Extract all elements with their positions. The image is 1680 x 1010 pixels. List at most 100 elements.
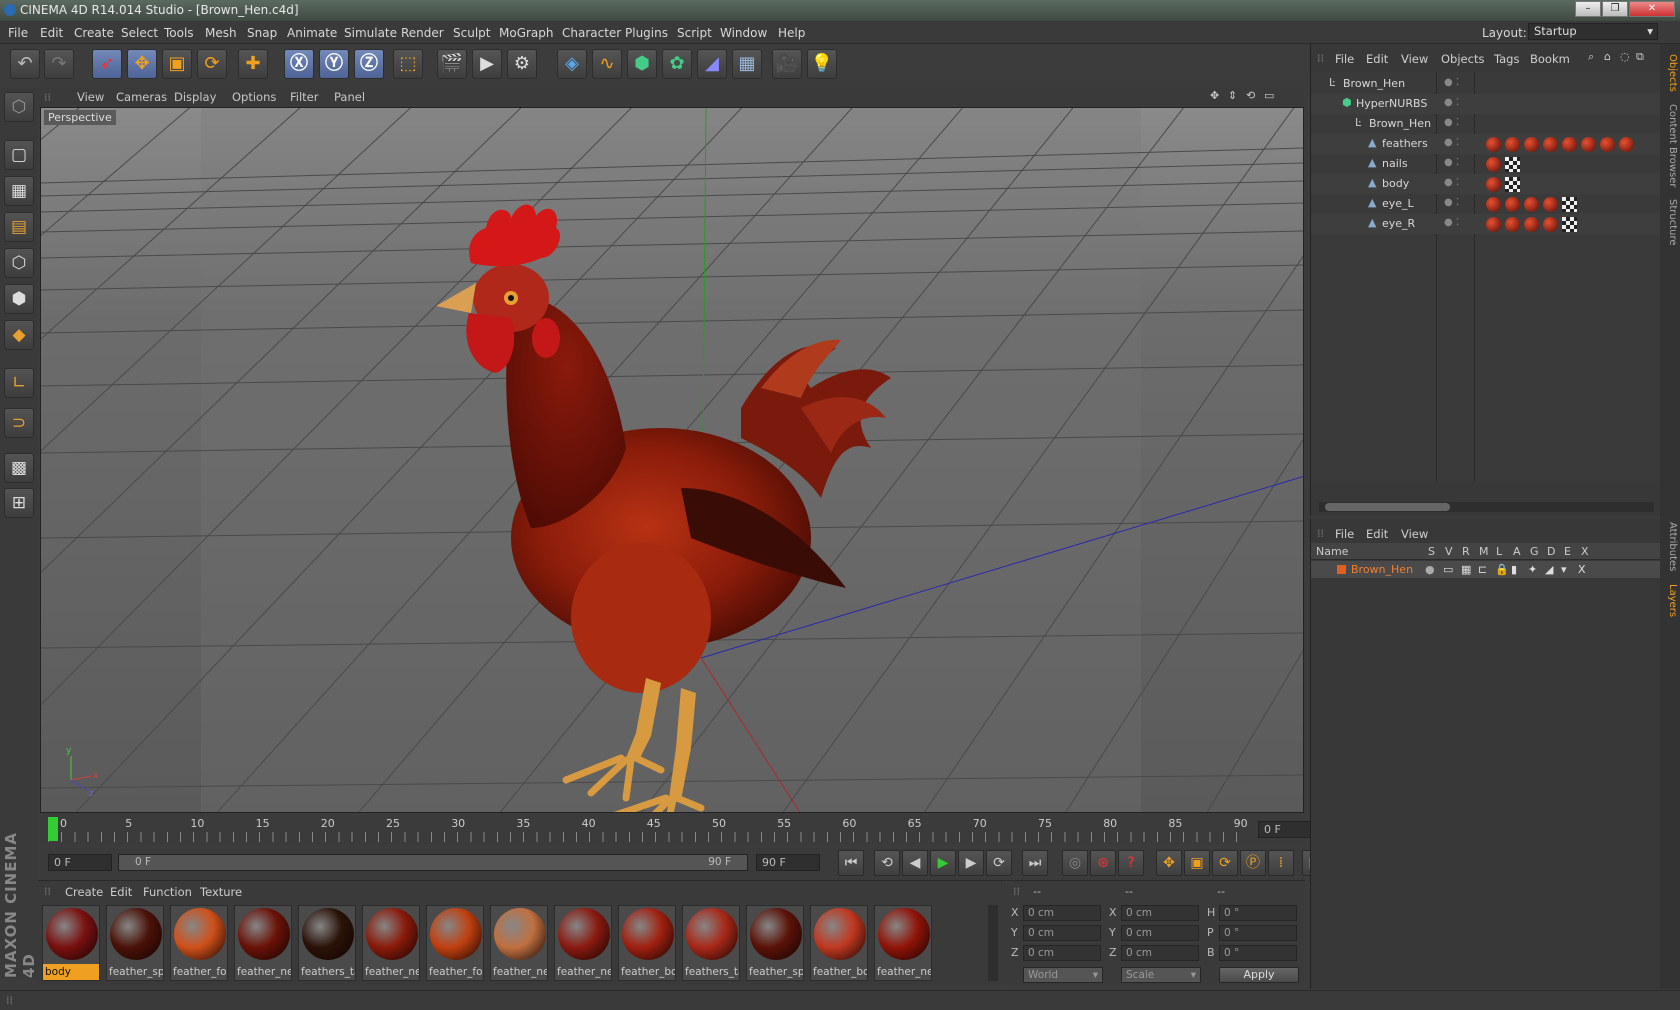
viewport-zoom-icon[interactable]: ⇕: [1228, 89, 1237, 102]
render-view-icon[interactable]: 🎬: [437, 49, 467, 79]
material-swatch[interactable]: feather_bo: [618, 905, 676, 981]
spline-icon[interactable]: ∿: [592, 49, 622, 79]
key-pla-icon[interactable]: ⁞: [1268, 850, 1294, 876]
menu-edit[interactable]: Edit: [40, 26, 63, 40]
material-tag-icon[interactable]: [1486, 197, 1501, 212]
viewport-menu-options[interactable]: Options: [232, 90, 276, 104]
menu-mograph[interactable]: MoGraph: [499, 26, 554, 40]
material-tag-icon[interactable]: [1505, 177, 1520, 192]
material-tag-icon[interactable]: [1562, 137, 1577, 152]
pos-x-field[interactable]: 0 cm: [1023, 905, 1101, 921]
pos-y-field[interactable]: 0 cm: [1023, 925, 1101, 941]
rot-p-field[interactable]: 0 °: [1219, 925, 1297, 941]
menu-plugins[interactable]: Plugins: [625, 26, 668, 40]
key-parameter-icon[interactable]: Ⓟ: [1240, 850, 1266, 876]
keyframe-selection-icon[interactable]: ?: [1118, 850, 1144, 876]
material-tag-icon[interactable]: [1619, 137, 1634, 152]
auto-key-icon[interactable]: ⊛: [1090, 850, 1116, 876]
viewport-move-icon[interactable]: ✥: [1210, 89, 1219, 102]
expressions-icon[interactable]: ▾: [1561, 563, 1567, 576]
layer-column-header[interactable]: S: [1428, 545, 1435, 558]
material-tag-icon[interactable]: [1486, 157, 1501, 172]
undo-icon[interactable]: ↶: [10, 49, 40, 79]
render-icon[interactable]: ▦: [1461, 563, 1471, 576]
visibility-dots[interactable]: ● ⁚: [1444, 197, 1459, 208]
coord-mode-select[interactable]: World ▾: [1023, 967, 1103, 983]
snap-settings-icon[interactable]: ⊞: [4, 488, 34, 518]
points-mode-icon[interactable]: ⬡: [4, 248, 34, 278]
material-tag-icon[interactable]: [1486, 177, 1501, 192]
material-tag-icon[interactable]: [1543, 197, 1558, 212]
previous-frame-icon[interactable]: ◀: [902, 850, 928, 876]
layer-menu-edit[interactable]: Edit: [1366, 527, 1388, 541]
size-mode-select[interactable]: Scale ▾: [1121, 967, 1201, 983]
rot-h-field[interactable]: 0 °: [1219, 905, 1297, 921]
material-tag-icon[interactable]: [1581, 137, 1596, 152]
key-position-icon[interactable]: ✥: [1156, 850, 1182, 876]
visibility-dots[interactable]: ● ⁚: [1444, 77, 1459, 88]
menu-render[interactable]: Render: [401, 26, 444, 40]
key-rotation-icon[interactable]: ⟳: [1212, 850, 1238, 876]
material-swatch[interactable]: feather_bo: [810, 905, 868, 981]
array-icon[interactable]: ✿: [662, 49, 692, 79]
object-row[interactable]: Ŀ Brown_Hen ● ⁚: [1311, 114, 1661, 134]
object-name[interactable]: body: [1382, 177, 1409, 190]
viewport-rotate-icon[interactable]: ⟲: [1246, 89, 1255, 102]
obj-menu-view[interactable]: View: [1401, 52, 1428, 66]
lock-icon[interactable]: 🔒: [1495, 563, 1509, 576]
new-window-icon[interactable]: ⧉: [1636, 50, 1644, 64]
pos-z-field[interactable]: 0 cm: [1023, 945, 1101, 961]
material-swatch[interactable]: feathers_ta: [682, 905, 740, 981]
object-name[interactable]: Brown_Hen: [1369, 117, 1431, 130]
layer-column-header[interactable]: A: [1513, 545, 1521, 558]
scroll-thumb[interactable]: [1325, 503, 1450, 511]
material-tag-icon[interactable]: [1486, 217, 1501, 232]
start-frame-field[interactable]: 0 F: [48, 854, 112, 871]
go-to-end-icon[interactable]: ⏭: [1022, 850, 1048, 876]
object-name[interactable]: feathers: [1382, 137, 1428, 150]
material-swatch[interactable]: feather_ne: [554, 905, 612, 981]
go-to-start-icon[interactable]: ⏮: [838, 850, 864, 876]
layer-column-header[interactable]: V: [1445, 545, 1453, 558]
material-menu-function[interactable]: Function: [143, 885, 192, 899]
solo-icon[interactable]: ●: [1425, 563, 1435, 576]
rotate-icon[interactable]: ⟳: [197, 49, 227, 79]
obj-menu-tags[interactable]: Tags: [1494, 52, 1519, 66]
tab-structure[interactable]: Structure: [1662, 199, 1678, 246]
material-swatch[interactable]: body: [42, 905, 100, 981]
material-swatch[interactable]: feather_ne: [362, 905, 420, 981]
obj-menu-objects[interactable]: Objects: [1441, 52, 1484, 66]
record-keys-icon[interactable]: ◎: [1062, 850, 1088, 876]
material-tag-icon[interactable]: [1505, 137, 1520, 152]
material-tag-icon[interactable]: [1505, 197, 1520, 212]
layer-column-header[interactable]: E: [1564, 545, 1571, 558]
viewport-maximize-icon[interactable]: ▭: [1264, 89, 1274, 102]
key-scale-icon[interactable]: ▣: [1184, 850, 1210, 876]
camera-icon[interactable]: 🎥: [772, 49, 802, 79]
render-settings-icon[interactable]: ⚙: [507, 49, 537, 79]
size-x-field[interactable]: 0 cm: [1121, 905, 1199, 921]
layer-menu-file[interactable]: File: [1335, 527, 1354, 541]
timeline-track[interactable]: [48, 832, 1248, 842]
material-tag-icon[interactable]: [1505, 217, 1520, 232]
material-tag-icon[interactable]: [1543, 217, 1558, 232]
material-tag-icon[interactable]: [1543, 137, 1558, 152]
material-tag-icon[interactable]: [1562, 197, 1577, 212]
material-menu-edit[interactable]: Edit: [110, 885, 132, 899]
object-row[interactable]: ▲ eye_L ● ⁚: [1311, 194, 1661, 214]
workplane-mode-icon[interactable]: ▤: [4, 212, 34, 242]
snap-lock-icon[interactable]: ▩: [4, 453, 34, 483]
object-name[interactable]: eye_L: [1382, 197, 1414, 210]
tab-attributes[interactable]: Attributes: [1662, 522, 1678, 571]
layer-menu-view[interactable]: View: [1401, 527, 1428, 541]
menu-create[interactable]: Create: [74, 26, 114, 40]
object-row[interactable]: Ŀ Brown_Hen ● ⁚: [1311, 74, 1661, 94]
perspective-viewport[interactable]: y x z Perspective: [40, 107, 1304, 813]
next-frame-icon[interactable]: ▶: [958, 850, 984, 876]
visibility-dots[interactable]: ● ⁚: [1444, 177, 1459, 188]
object-row[interactable]: ▲ body ● ⁚: [1311, 174, 1661, 194]
timeline-ruler[interactable]: 0 5 10 15 20 25 30 35 40 45 50 55 60 65 70 75 80 85 90 0 F: [40, 815, 1322, 845]
menu-file[interactable]: File: [8, 26, 28, 40]
menu-script[interactable]: Script: [677, 26, 712, 40]
visible-icon[interactable]: ▭: [1443, 563, 1453, 576]
